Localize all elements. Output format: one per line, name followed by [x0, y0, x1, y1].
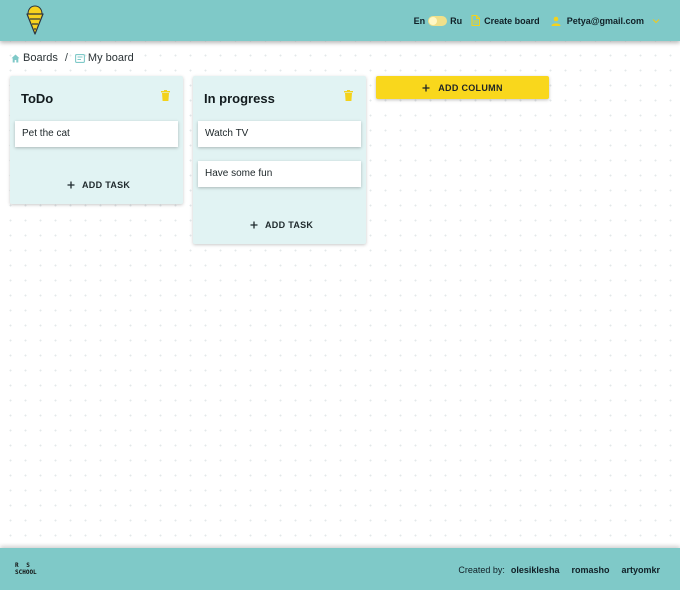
board-icon	[74, 53, 85, 63]
footer-credits: Created by: olesiklesha romasho artyomkr	[458, 565, 660, 575]
header-actions: En Ru Create board Petya@gmail.com	[414, 0, 660, 41]
breadcrumb-separator: /	[64, 52, 68, 64]
add-column-label: ADD COLUMN	[438, 82, 503, 93]
task-card[interactable]: Watch TV	[198, 121, 361, 147]
plus-icon	[250, 221, 258, 229]
language-toggle[interactable]	[428, 15, 448, 26]
app-header: En Ru Create board Petya@gmail.com	[0, 0, 680, 41]
column-in-progress[interactable]: In progress Watch TV Have some fun ADD T…	[193, 76, 366, 244]
home-icon	[11, 54, 20, 63]
trash-icon[interactable]	[161, 88, 170, 106]
task-card[interactable]: Pet the cat	[15, 121, 178, 147]
chevron-down-icon[interactable]	[652, 18, 660, 24]
breadcrumb-current: My board	[74, 52, 134, 64]
breadcrumb-current-label: My board	[87, 52, 134, 64]
create-board-button[interactable]: Create board	[471, 15, 540, 26]
column-todo[interactable]: ToDo Pet the cat ADD TASK	[10, 76, 183, 204]
plus-icon	[422, 84, 430, 92]
rs-logo-line1: R S	[15, 562, 32, 569]
breadcrumb-boards-link[interactable]: Boards	[11, 52, 58, 64]
toggle-knob	[429, 16, 438, 25]
task-card[interactable]: Have some fun	[198, 161, 361, 187]
breadcrumb: Boards / My board	[11, 51, 134, 65]
add-task-button[interactable]: ADD TASK	[67, 176, 130, 194]
author-link[interactable]: artyomkr	[621, 565, 660, 575]
add-task-button[interactable]: ADD TASK	[250, 216, 313, 234]
user-email: Petya@gmail.com	[566, 15, 644, 26]
column-title[interactable]: In progress	[204, 91, 275, 106]
add-task-label: ADD TASK	[82, 180, 131, 190]
lang-en-label: En	[413, 15, 426, 26]
lang-ru-label: Ru	[450, 15, 463, 26]
breadcrumb-boards-label: Boards	[23, 52, 58, 64]
add-task-label: ADD TASK	[265, 220, 314, 230]
document-icon	[471, 15, 481, 26]
ice-cream-logo-icon[interactable]	[26, 5, 44, 35]
user-menu[interactable]: Petya@gmail.com	[551, 16, 660, 26]
trash-icon[interactable]	[344, 88, 353, 106]
create-board-label: Create board	[484, 15, 540, 26]
column-title[interactable]: ToDo	[21, 91, 53, 106]
created-by-label: Created by:	[458, 565, 505, 575]
rs-logo-line2: SCHOOL	[15, 569, 37, 576]
rs-school-logo[interactable]: R S SCHOOL	[15, 562, 49, 577]
author-link[interactable]: romasho	[571, 565, 609, 575]
add-column-button[interactable]: ADD COLUMN	[376, 76, 549, 99]
language-switch[interactable]: En Ru	[413, 15, 463, 26]
user-icon	[551, 16, 561, 26]
author-link[interactable]: olesiklesha	[511, 565, 560, 575]
plus-icon	[67, 181, 75, 189]
